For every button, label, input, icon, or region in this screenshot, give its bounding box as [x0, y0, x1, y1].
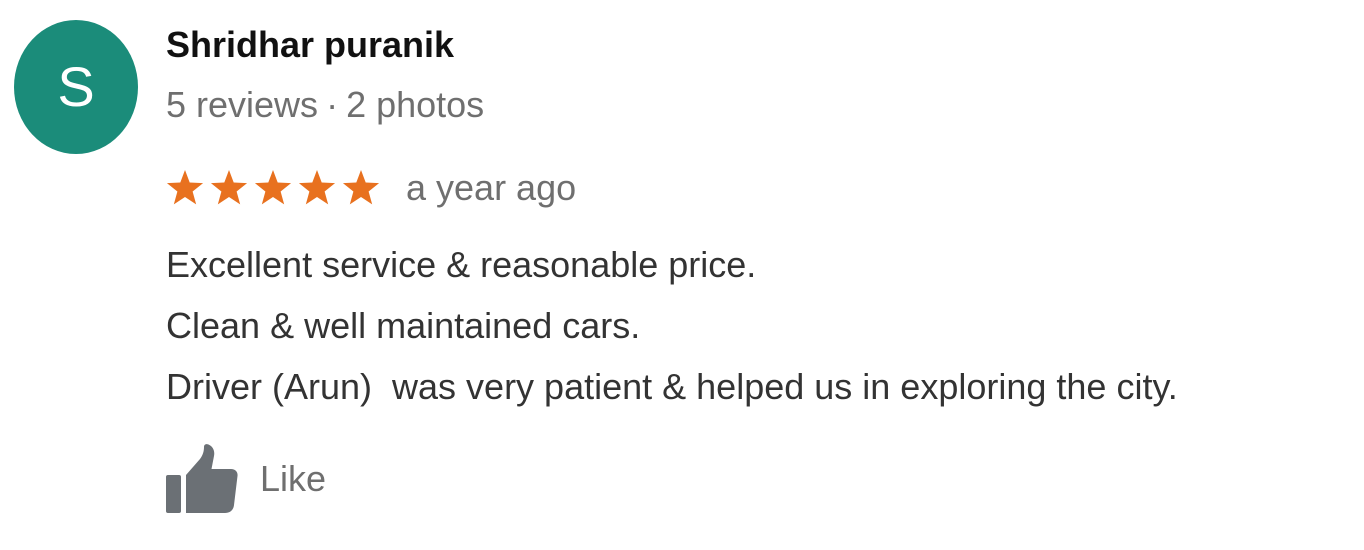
photo-count: 2 photos: [346, 84, 485, 125]
author-meta[interactable]: 5 reviews · 2 photos: [166, 84, 484, 126]
star-icon: [254, 170, 292, 205]
review-line: Excellent service & reasonable price.: [166, 244, 757, 285]
review-count: 5 reviews: [166, 84, 319, 125]
avatar[interactable]: S: [14, 20, 138, 154]
review-time: a year ago: [406, 167, 577, 208]
star-rating: [166, 169, 386, 207]
avatar-initial: S: [57, 55, 95, 118]
review-text: Excellent service & reasonable price. Cl…: [166, 234, 1356, 417]
rating-row: a year ago: [166, 164, 576, 212]
meta-separator: ·: [326, 84, 339, 125]
star-icon: [210, 170, 248, 205]
author-name[interactable]: Shridhar puranik: [166, 24, 454, 66]
review-line: Clean & well maintained cars.: [166, 305, 641, 346]
star-icon: [298, 170, 336, 205]
like-button[interactable]: Like: [166, 444, 326, 514]
star-icon: [342, 170, 380, 205]
review-card: S Shridhar puranik 5 reviews · 2 photos a …: [0, 0, 1364, 550]
star-icon: [166, 170, 204, 205]
review-line: Driver (Arun) was very patient & helped …: [166, 366, 1178, 407]
like-label: Like: [260, 458, 327, 499]
thumbs-up-icon: [166, 444, 238, 513]
